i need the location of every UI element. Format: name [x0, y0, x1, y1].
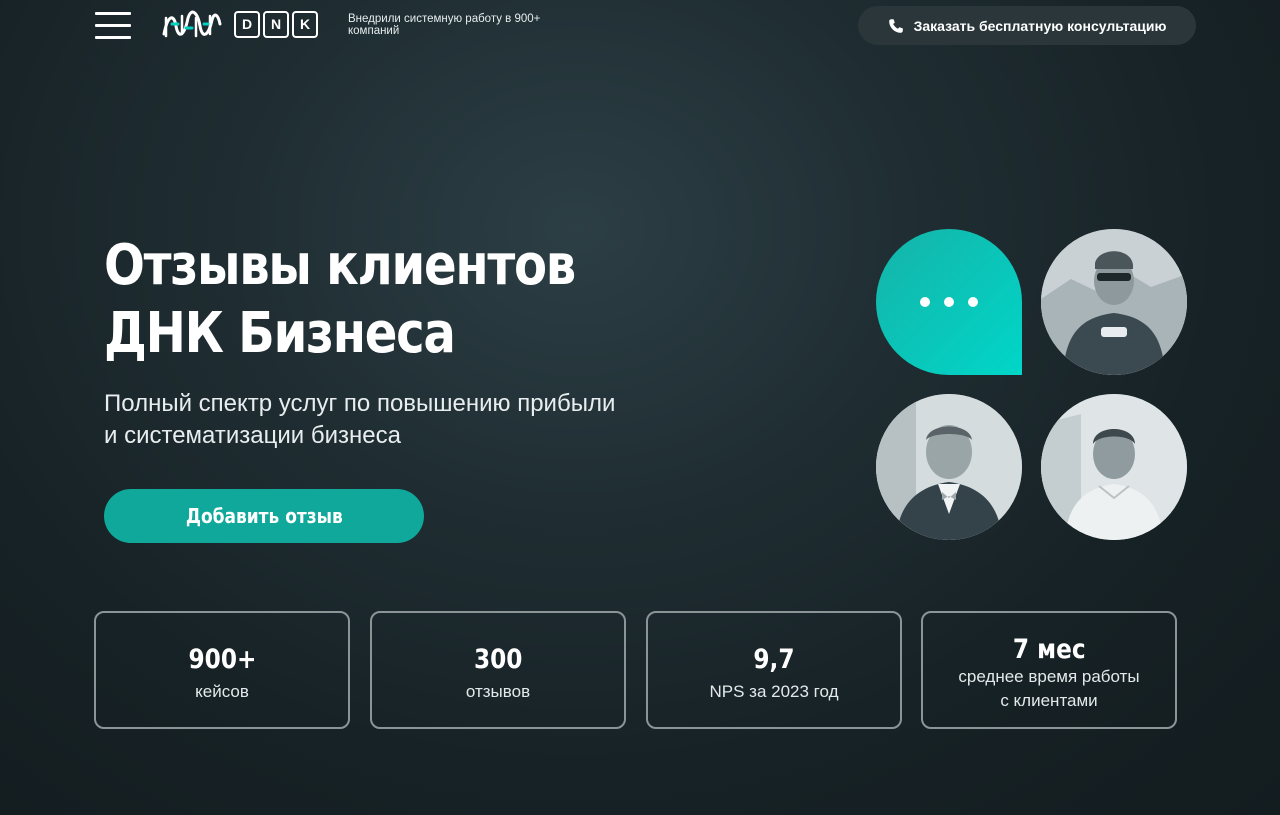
logo-letter-k: K	[292, 11, 318, 38]
stat-label: отзывов	[465, 682, 531, 701]
stat-label: NPS за 2023 год	[709, 682, 839, 701]
stat-value: 900+	[188, 644, 256, 675]
dnk-logo[interactable]: D N K	[234, 11, 318, 38]
dna-logo-icon[interactable]	[160, 10, 224, 40]
add-review-label: Добавить отзыв	[185, 504, 343, 528]
page-title: Отзывы клиентов ДНК Бизнеса	[104, 232, 620, 368]
menu-hamburger-icon[interactable]	[95, 12, 131, 40]
stat-label: среднее время работы с клиентами	[958, 667, 1140, 710]
client-photo-avatar	[1041, 229, 1187, 375]
stat-card-cases: 900+ кейсов	[94, 611, 350, 729]
stat-value: 7 мес	[1012, 634, 1086, 665]
free-consultation-label: Заказать бесплатную консультацию	[913, 17, 1167, 34]
header-tagline: Внедрили системную работу в 900+ компани…	[348, 13, 541, 37]
page-subtitle: Полный спектр услуг по повышению прибыли…	[104, 390, 616, 449]
stat-card-reviews: 300 отзывов	[370, 611, 626, 729]
phone-icon	[888, 18, 903, 33]
stat-card-nps: 9,7 NPS за 2023 год	[646, 611, 902, 729]
page-title-line-2: ДНК Бизнеса	[104, 301, 456, 366]
logo-letter-d: D	[234, 11, 260, 38]
chat-bubble-icon	[876, 229, 1022, 375]
add-review-button[interactable]: Добавить отзыв	[104, 489, 424, 543]
stat-card-duration: 7 мес среднее время работы с клиентами	[921, 611, 1177, 729]
stat-value: 300	[473, 644, 523, 675]
site-header: D N K Внедрили системную работу в 900+ к…	[0, 0, 1280, 52]
page-title-line-1: Отзывы клиентов	[104, 233, 576, 298]
logo-letter-n: N	[263, 11, 289, 38]
stat-label: кейсов	[195, 682, 249, 701]
stat-value: 9,7	[753, 644, 795, 675]
client-photo-avatar	[876, 394, 1022, 540]
free-consultation-button[interactable]: Заказать бесплатную консультацию	[858, 6, 1196, 45]
client-photo-avatar	[1041, 394, 1187, 540]
